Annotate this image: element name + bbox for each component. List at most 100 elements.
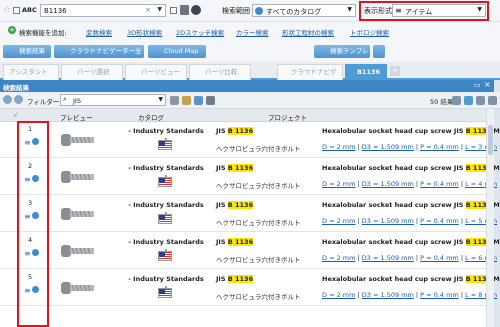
search-input[interactable]: B1136 × ▼: [40, 4, 166, 17]
2d-sketch-search-link[interactable]: 2Dスケッチ検索: [176, 27, 224, 37]
variable-search-link[interactable]: 変数検索: [86, 27, 112, 37]
topology-search-link[interactable]: トポロジ検索: [350, 27, 389, 37]
add-search-bar: + 検索機能を追加: 変数検索 3D形状検索 2Dスケッチ検索 カラー検索 形状…: [0, 22, 500, 42]
part-description[interactable]: Hexalobular socket head cup screw JIS B …: [322, 275, 500, 283]
back-icon[interactable]: [3, 95, 12, 104]
part-description[interactable]: Hexalobular socket head cup screw JIS B …: [322, 164, 500, 172]
project-name[interactable]: JIS B 1136: [216, 201, 254, 209]
chevron-down-icon[interactable]: ▼: [157, 6, 162, 13]
search-template-button[interactable]: 検索テンプレート: [314, 45, 370, 67]
column-header: ✓ プレビュー カタログ プロジェクト: [0, 109, 486, 122]
project-subtitle: ヘクサロビュラ穴付きボルト: [216, 256, 301, 264]
grid-view-icon[interactable]: [452, 96, 461, 105]
part-description[interactable]: Hexalobular socket head cup screw JIS B …: [322, 201, 500, 209]
table-view-icon[interactable]: [488, 96, 497, 105]
star-icon[interactable]: ☆: [3, 5, 11, 15]
result-count: 50 結果: [430, 98, 454, 106]
part-params: D = 2 mm | D3 = 1.509 mm | P = 0.4 mm | …: [322, 291, 498, 299]
filter-label: フィルター:: [27, 98, 62, 106]
part-description[interactable]: Hexalobular socket head cup screw JIS B …: [322, 238, 500, 246]
screw-thumbnail[interactable]: [58, 165, 98, 189]
project-subtitle: ヘクサロビュラ穴付きボルト: [216, 219, 301, 227]
project-name[interactable]: JIS B 1136: [216, 275, 254, 283]
tab-part-compare[interactable]: パーツ比較: [189, 64, 251, 80]
panel-header: 検索結果 ▭ ×: [0, 80, 500, 92]
abc-checkbox[interactable]: [13, 7, 20, 14]
columns-icon[interactable]: [206, 96, 215, 105]
3d-shape-search-link[interactable]: 3D形状検索: [127, 27, 162, 37]
scrollbar-thumb[interactable]: [488, 125, 493, 155]
screw-thumbnail[interactable]: [58, 128, 98, 152]
list-view-icon: ≡: [395, 6, 402, 15]
option-checkbox[interactable]: [170, 7, 177, 14]
forward-icon[interactable]: [14, 95, 23, 104]
filter-bar: フィルター: ⌕ JIS ▼ 50 結果: [0, 92, 500, 109]
minimize-icon[interactable]: ▭: [474, 81, 481, 89]
screw-thumbnail[interactable]: [58, 202, 98, 226]
part-description[interactable]: Hexalobular socket head cup screw JIS B …: [322, 127, 500, 135]
search-result-button[interactable]: 検索結果: [3, 45, 51, 58]
project-name[interactable]: JIS B 1136: [216, 238, 254, 246]
column-catalog[interactable]: カタログ: [138, 112, 164, 122]
flag-icon: [158, 140, 172, 150]
material-search-link[interactable]: 形状工程材の検索: [282, 27, 334, 37]
flag-icon: [158, 214, 172, 224]
result-row[interactable]: 4 ≡ - Industry Standards - JIS B 1136 ヘクサロビュ…: [0, 233, 500, 269]
filter-input[interactable]: ⌕ JIS ▼: [60, 94, 166, 106]
list-view-icon[interactable]: [464, 96, 473, 105]
cloud-map-button[interactable]: Cloud Map: [148, 45, 206, 58]
project-subtitle: ヘクサロビュラ穴付きボルト: [216, 293, 301, 301]
abc-label: ABC: [22, 6, 37, 14]
chevron-down-icon[interactable]: ▼: [347, 6, 352, 13]
panel-title: 検索結果: [3, 84, 29, 92]
screw-thumbnail[interactable]: [58, 276, 98, 300]
tab-part-view[interactable]: パーツビュー: [125, 64, 187, 80]
project-name[interactable]: JIS B 1136: [216, 164, 254, 172]
close-icon[interactable]: ×: [484, 80, 491, 89]
chevron-down-icon[interactable]: ▼: [477, 6, 482, 13]
paint-icon[interactable]: [191, 5, 201, 15]
color-search-link[interactable]: カラー検索: [236, 27, 269, 37]
result-row[interactable]: 3 ≡ - Industry Standards - JIS B 1136 ヘクサロビュ…: [0, 196, 500, 232]
sort-icon[interactable]: [182, 96, 191, 105]
clear-icon[interactable]: ×: [145, 6, 151, 14]
part-params: D = 2 mm | D3 = 1.509 mm | P = 0.4 mm | …: [322, 180, 498, 188]
column-project[interactable]: プロジェクト: [268, 112, 307, 122]
settings-button[interactable]: [373, 45, 385, 58]
project-subtitle: ヘクサロビュラ穴付きボルト: [216, 182, 301, 190]
detail-view-icon[interactable]: [476, 96, 485, 105]
project-name[interactable]: JIS B 1136: [216, 127, 254, 135]
checkmark-icon[interactable]: ✓: [13, 111, 19, 119]
flag-icon: [158, 251, 172, 261]
globe-icon: [255, 7, 263, 15]
add-search-label: 検索機能を追加:: [19, 29, 67, 37]
search-icon: ⌕: [63, 95, 67, 103]
search-scope-select[interactable]: すべてのカタログ ▼: [252, 4, 356, 17]
result-row[interactable]: 2 ≡ - Industry Standards - JIS B 1136 ヘクサロビュ…: [0, 159, 500, 195]
list-icon[interactable]: [180, 5, 189, 15]
display-format-select[interactable]: ≡ アイテム ▼: [392, 4, 486, 17]
column-preview[interactable]: プレビュー: [60, 112, 93, 122]
tab-cloud-navigator[interactable]: クラウドナビゲーター: [277, 64, 343, 91]
flag-icon: [158, 288, 172, 298]
tab-part-selection[interactable]: パーツ選択: [61, 64, 123, 80]
tab-assistant[interactable]: アシスタント: [3, 64, 59, 80]
result-row[interactable]: 1 ≡ - Industry Standards - JIS B 1136 ヘクサロビュ…: [0, 122, 500, 158]
cloud-navigator-all-button[interactable]: クラウドナビゲーター全開始: [54, 45, 144, 67]
part-params: D = 2 mm | D3 = 1.509 mm | P = 0.4 mm | …: [322, 254, 498, 262]
screw-thumbnail[interactable]: [58, 239, 98, 263]
project-subtitle: ヘクサロビュラ穴付きボルト: [216, 145, 301, 153]
export-icon[interactable]: [194, 96, 203, 105]
search-scope-label: 検索範囲: [222, 7, 250, 15]
flag-icon: [158, 177, 172, 187]
chevron-down-icon[interactable]: ▼: [158, 96, 163, 103]
add-tab-button[interactable]: +: [390, 66, 400, 76]
part-params: D = 2 mm | D3 = 1.509 mm | P = 0.4 mm | …: [322, 217, 498, 225]
vertical-scrollbar[interactable]: [486, 109, 494, 327]
display-format-label: 表示形式: [364, 7, 392, 15]
tab-b1136[interactable]: B1136: [345, 64, 387, 80]
search-toolbar: ☆ ABC B1136 × ▼ 検索範囲 すべてのカタログ ▼ 表示形式 ≡ ア…: [0, 0, 500, 22]
action-bar: 検索結果 クラウドナビゲーター全開始 Cloud Map 検索テンプレート: [0, 42, 500, 67]
settings-icon[interactable]: [170, 96, 179, 105]
result-row[interactable]: 5 ≡ - Industry Standards - JIS B 1136 ヘクサロビュ…: [0, 270, 500, 306]
